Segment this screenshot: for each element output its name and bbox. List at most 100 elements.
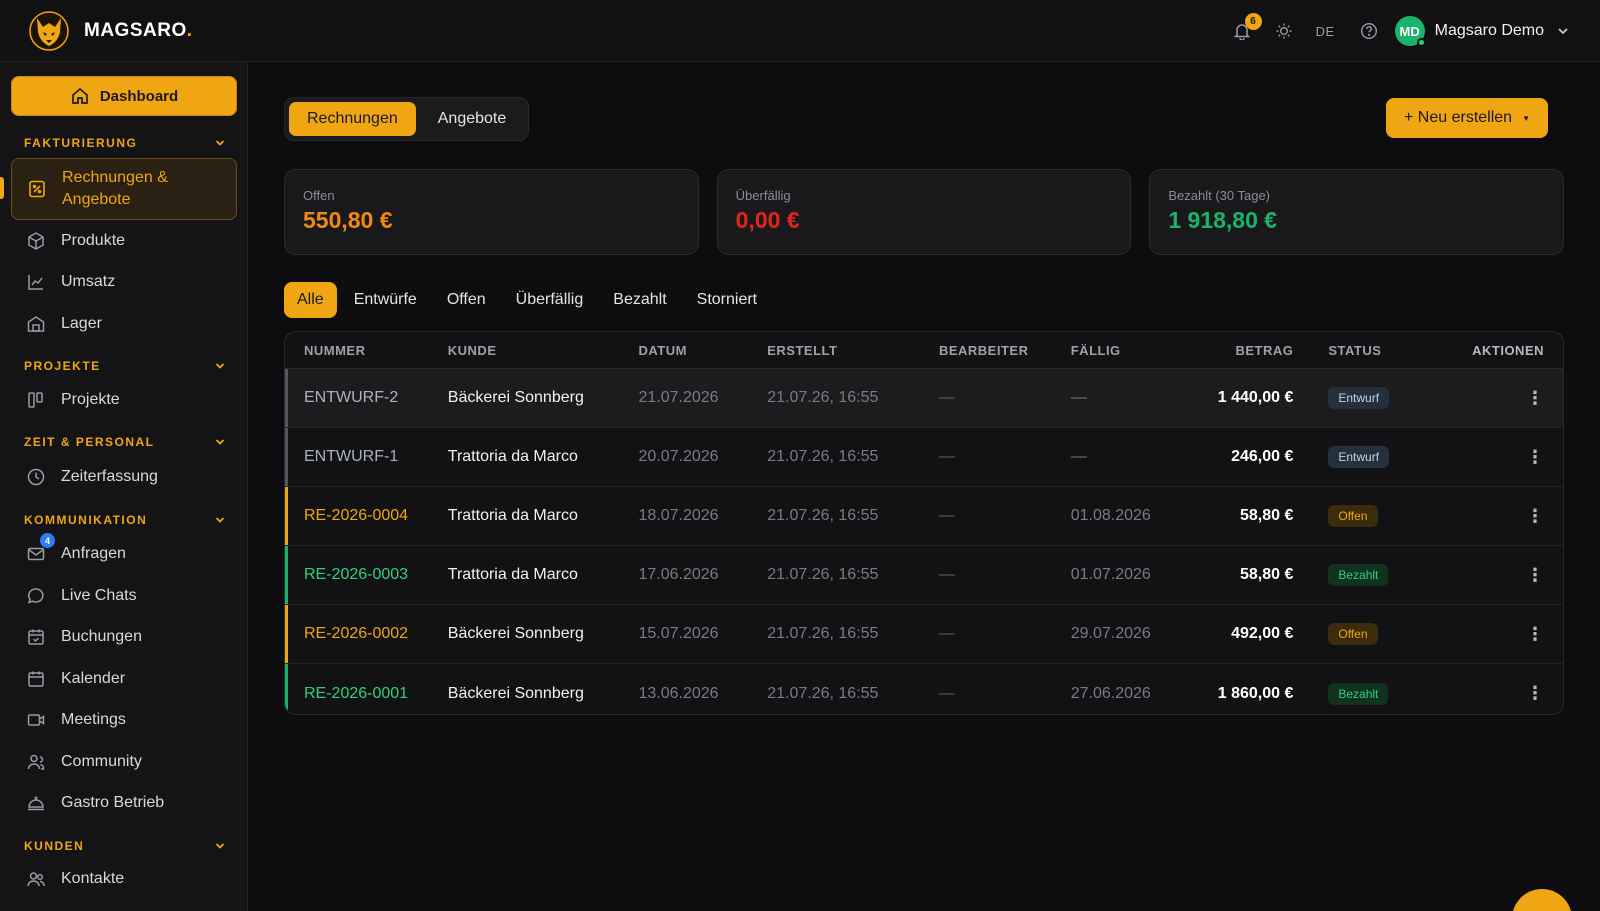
section-fakturierung[interactable]: FAKTURIERUNG bbox=[24, 134, 226, 152]
column-header-status[interactable]: STATUS bbox=[1293, 343, 1423, 358]
cell-nummer[interactable]: ENTWURF-1 bbox=[285, 448, 448, 466]
tab-rechnungen[interactable]: Rechnungen bbox=[289, 102, 416, 136]
filter-alle[interactable]: Alle bbox=[284, 282, 337, 318]
box-icon bbox=[25, 230, 47, 252]
home-icon bbox=[71, 87, 88, 104]
theme-toggle-sun-icon[interactable] bbox=[1274, 21, 1294, 41]
table-row[interactable]: ENTWURF-1 Trattoria da Marco 20.07.2026 … bbox=[285, 428, 1563, 487]
cell-nummer[interactable]: RE-2026-0002 bbox=[285, 625, 448, 643]
brand[interactable]: MAGSARO. bbox=[28, 10, 193, 52]
cell-betrag: 58,80 € bbox=[1239, 566, 1294, 583]
sidebar-item-kontakte[interactable]: Kontakte bbox=[11, 859, 237, 899]
cell-erstellt: 21.07.26, 16:55 bbox=[767, 389, 879, 406]
cell-datum: 20.07.2026 bbox=[638, 448, 719, 465]
filter-offen[interactable]: Offen bbox=[434, 282, 499, 318]
sidebar-item-meetings[interactable]: Meetings bbox=[11, 700, 237, 740]
more-actions-icon[interactable]: ⋮ bbox=[1526, 447, 1544, 467]
filter-storniert[interactable]: Storniert bbox=[684, 282, 770, 318]
card-label: Bezahlt (30 Tage) bbox=[1168, 188, 1271, 203]
cell-bearbeiter: — bbox=[938, 389, 955, 406]
cell-nummer[interactable]: RE-2026-0004 bbox=[285, 507, 448, 525]
sidebar-item-label: Buchungen bbox=[61, 628, 142, 645]
create-new-button[interactable]: + Neu erstellen ▼ bbox=[1386, 98, 1548, 138]
card-value: 1 918,80 € bbox=[1168, 207, 1278, 233]
table-header: NUMMER KUNDE DATUM ERSTELLT BEARBEITER F… bbox=[285, 332, 1563, 369]
table-row[interactable]: RE-2026-0004 Trattoria da Marco 18.07.20… bbox=[285, 487, 1563, 546]
row-status-stripe bbox=[285, 487, 288, 545]
cell-datum: 15.07.2026 bbox=[638, 625, 719, 642]
cell-kunde: Trattoria da Marco bbox=[447, 566, 578, 583]
sidebar-item-gastro-betrieb[interactable]: Gastro Betrieb bbox=[11, 783, 237, 823]
card-value: 550,80 € bbox=[303, 207, 393, 233]
table-row[interactable]: RE-2026-0002 Bäckerei Sonnberg 15.07.202… bbox=[285, 605, 1563, 664]
cell-datum: 13.06.2026 bbox=[638, 684, 719, 702]
cell-status: Offen bbox=[1293, 505, 1423, 527]
column-header-faellig[interactable]: FÄLLIG bbox=[1071, 343, 1164, 358]
section-projekte[interactable]: PROJEKTE bbox=[24, 357, 226, 375]
sidebar-item-lager[interactable]: Lager bbox=[11, 304, 237, 344]
sidebar-item-zeiterfassung[interactable]: Zeiterfassung bbox=[11, 457, 237, 497]
cell-kunde: Trattoria da Marco bbox=[447, 507, 578, 524]
filter-entwuerfe[interactable]: Entwürfe bbox=[341, 282, 430, 318]
sidebar-item-label: Kontakte bbox=[61, 870, 125, 887]
table-row[interactable]: RE-2026-0003 Trattoria da Marco 17.06.20… bbox=[285, 546, 1563, 605]
more-actions-icon[interactable]: ⋮ bbox=[1526, 565, 1544, 585]
section-kommunikation[interactable]: KOMMUNIKATION bbox=[24, 511, 226, 529]
more-actions-icon[interactable]: ⋮ bbox=[1526, 506, 1544, 526]
notifications-bell-icon[interactable]: 6 bbox=[1232, 13, 1262, 41]
dropdown-caret-icon: ▼ bbox=[1522, 113, 1530, 123]
row-status-stripe bbox=[285, 546, 288, 604]
clock-icon bbox=[25, 466, 47, 488]
column-header-betrag[interactable]: BETRAG bbox=[1164, 343, 1294, 358]
column-header-bearbeiter[interactable]: BEARBEITER bbox=[939, 343, 1071, 358]
cell-erstellt: 21.07.26, 16:55 bbox=[767, 625, 879, 642]
line-chart-icon bbox=[25, 271, 47, 293]
user-menu[interactable]: MD Magsaro Demo bbox=[1394, 16, 1570, 47]
tab-angebote[interactable]: Angebote bbox=[420, 102, 525, 136]
cell-nummer[interactable]: RE-2026-0001 bbox=[285, 685, 448, 703]
cell-erstellt: 21.07.26, 16:55 bbox=[767, 507, 879, 524]
sidebar-item-label: Lager bbox=[61, 315, 102, 332]
help-icon[interactable] bbox=[1359, 21, 1379, 41]
filter-bezahlt[interactable]: Bezahlt bbox=[600, 282, 679, 318]
sidebar-item-rechnungen-angebote[interactable]: Rechnungen & Angebote bbox=[11, 158, 237, 220]
sidebar-item-label: Live Chats bbox=[61, 587, 137, 604]
column-header-kunde[interactable]: KUNDE bbox=[448, 343, 639, 358]
cell-bearbeiter: — bbox=[938, 625, 955, 642]
column-header-nummer[interactable]: NUMMER bbox=[285, 343, 448, 358]
sidebar-item-produkte[interactable]: Produkte bbox=[11, 221, 237, 261]
top-bar: MAGSARO. 6 DE MD Magsaro Demo bbox=[0, 0, 1600, 62]
status-badge: Offen bbox=[1328, 505, 1378, 527]
sidebar-item-umsatz[interactable]: Umsatz bbox=[11, 262, 237, 302]
sidebar-item-buchungen[interactable]: Buchungen bbox=[11, 617, 237, 657]
section-kunden[interactable]: KUNDEN bbox=[24, 837, 226, 855]
column-header-erstellt[interactable]: ERSTELLT bbox=[767, 343, 939, 358]
column-header-datum[interactable]: DATUM bbox=[638, 343, 767, 358]
cell-nummer[interactable]: RE-2026-0003 bbox=[285, 566, 448, 584]
section-zeit-personal[interactable]: ZEIT & PERSONAL bbox=[24, 433, 226, 451]
language-switch[interactable]: DE bbox=[1316, 24, 1335, 39]
more-actions-icon[interactable]: ⋮ bbox=[1526, 388, 1544, 408]
filter-ueberfaellig[interactable]: Überfällig bbox=[503, 282, 597, 318]
cell-status: Entwurf bbox=[1293, 387, 1423, 409]
floating-action-button[interactable] bbox=[1512, 889, 1572, 911]
sidebar-item-anfragen[interactable]: 4 Anfragen bbox=[11, 533, 237, 574]
card-label: Offen bbox=[303, 188, 335, 203]
status-filters: Alle Entwürfe Offen Überfällig Bezahlt S… bbox=[284, 282, 770, 318]
sidebar-item-live-chats[interactable]: Live Chats bbox=[11, 576, 237, 616]
cell-faellig: — bbox=[1070, 448, 1087, 465]
active-indicator bbox=[0, 177, 4, 199]
table-row[interactable]: ENTWURF-2 Bäckerei Sonnberg 21.07.2026 2… bbox=[285, 369, 1563, 428]
table-row[interactable]: RE-2026-0001 Bäckerei Sonnberg 13.06.202… bbox=[285, 664, 1563, 714]
more-actions-icon[interactable]: ⋮ bbox=[1526, 683, 1544, 703]
more-actions-icon[interactable]: ⋮ bbox=[1526, 624, 1544, 644]
dashboard-button[interactable]: Dashboard bbox=[11, 76, 237, 116]
sidebar-item-community[interactable]: Community bbox=[11, 742, 237, 782]
video-camera-icon bbox=[25, 709, 47, 731]
cell-faellig: 01.07.2026 bbox=[1070, 566, 1151, 583]
cell-nummer[interactable]: ENTWURF-2 bbox=[285, 389, 448, 407]
sidebar-item-projekte[interactable]: Projekte bbox=[11, 380, 237, 420]
sidebar-item-kalender[interactable]: Kalender bbox=[11, 659, 237, 699]
online-status-dot bbox=[1416, 38, 1426, 47]
card-label: Überfällig bbox=[735, 188, 791, 203]
